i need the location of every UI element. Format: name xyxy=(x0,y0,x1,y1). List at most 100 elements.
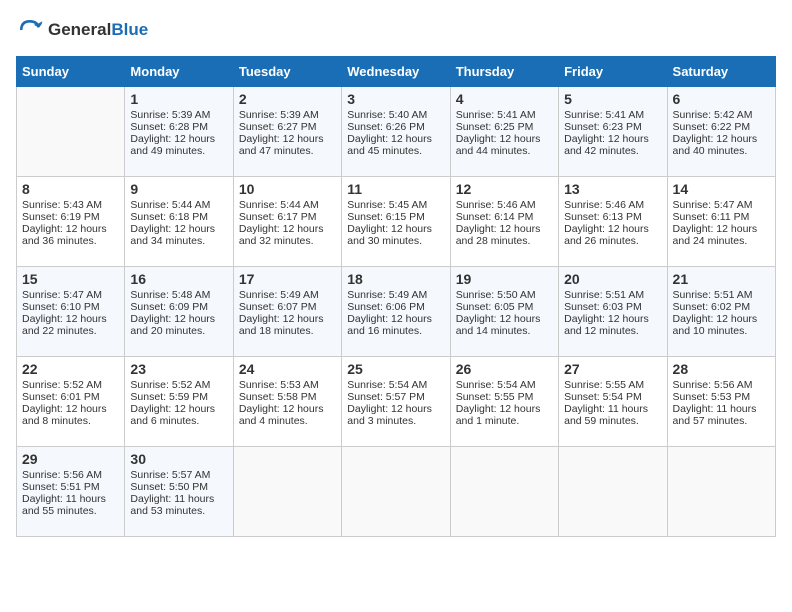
day-number: 18 xyxy=(347,271,444,287)
day-number: 16 xyxy=(130,271,227,287)
calendar-day-cell: 15Sunrise: 5:47 AMSunset: 6:10 PMDayligh… xyxy=(17,267,125,357)
sunset: Sunset: 6:13 PM xyxy=(564,211,642,223)
day-number: 21 xyxy=(673,271,770,287)
weekday-header-cell: Wednesday xyxy=(342,57,450,87)
day-number: 13 xyxy=(564,181,661,197)
sunset: Sunset: 6:06 PM xyxy=(347,301,425,313)
sunset: Sunset: 6:02 PM xyxy=(673,301,751,313)
weekday-header-cell: Saturday xyxy=(667,57,775,87)
calendar-day-cell xyxy=(667,447,775,537)
sunrise: Sunrise: 5:45 AM xyxy=(347,199,427,211)
day-number: 24 xyxy=(239,361,336,377)
day-number: 10 xyxy=(239,181,336,197)
day-number: 15 xyxy=(22,271,119,287)
day-number: 22 xyxy=(22,361,119,377)
calendar-day-cell xyxy=(559,447,667,537)
daylight-label: Daylight: 12 hours and 6 minutes. xyxy=(130,403,215,427)
sunset: Sunset: 6:11 PM xyxy=(673,211,750,223)
sunset: Sunset: 5:54 PM xyxy=(564,391,642,403)
weekday-header-row: SundayMondayTuesdayWednesdayThursdayFrid… xyxy=(17,57,776,87)
calendar-week-row: 15Sunrise: 5:47 AMSunset: 6:10 PMDayligh… xyxy=(17,267,776,357)
calendar-day-cell: 23Sunrise: 5:52 AMSunset: 5:59 PMDayligh… xyxy=(125,357,233,447)
sunrise: Sunrise: 5:48 AM xyxy=(130,289,210,301)
calendar-day-cell: 16Sunrise: 5:48 AMSunset: 6:09 PMDayligh… xyxy=(125,267,233,357)
day-number: 5 xyxy=(564,91,661,107)
sunrise: Sunrise: 5:39 AM xyxy=(239,109,319,121)
sunrise: Sunrise: 5:42 AM xyxy=(673,109,753,121)
calendar-day-cell: 13 Sunrise: 5:46 AMSunset: 6:13 PMDayligh… xyxy=(559,177,667,267)
daylight-label: Daylight: 12 hours and 36 minutes. xyxy=(22,223,107,247)
sunrise: Sunrise: 5:39 AM xyxy=(130,109,210,121)
weekday-header-cell: Tuesday xyxy=(233,57,341,87)
sunset: Sunset: 6:01 PM xyxy=(22,391,100,403)
sunset: Sunset: 6:14 PM xyxy=(456,211,534,223)
sunrise: Sunrise: 5:51 AM xyxy=(564,289,644,301)
day-number: 26 xyxy=(456,361,553,377)
calendar-day-cell: 26Sunrise: 5:54 AMSunset: 5:55 PMDayligh… xyxy=(450,357,558,447)
daylight-label: Daylight: 12 hours and 34 minutes. xyxy=(130,223,215,247)
sunset: Sunset: 6:25 PM xyxy=(456,121,534,133)
daylight-label: Daylight: 12 hours and 8 minutes. xyxy=(22,403,107,427)
daylight-label: Daylight: 12 hours and 32 minutes. xyxy=(239,223,324,247)
sunrise: Sunrise: 5:49 AM xyxy=(347,289,427,301)
day-number: 12 xyxy=(456,181,553,197)
daylight-label: Daylight: 12 hours and 30 minutes. xyxy=(347,223,432,247)
calendar-day-cell xyxy=(17,87,125,177)
logo-icon xyxy=(16,16,44,44)
daylight-label: Daylight: 12 hours and 22 minutes. xyxy=(22,313,107,337)
sunrise: Sunrise: 5:51 AM xyxy=(673,289,753,301)
calendar-week-row: 29Sunrise: 5:56 AMSunset: 5:51 PMDayligh… xyxy=(17,447,776,537)
day-number: 28 xyxy=(673,361,770,377)
day-number: 19 xyxy=(456,271,553,287)
sunset: Sunset: 5:55 PM xyxy=(456,391,534,403)
calendar-day-cell: 8Sunrise: 5:43 AMSunset: 6:19 PMDaylight… xyxy=(17,177,125,267)
calendar-body: 1Sunrise: 5:39 AMSunset: 6:28 PMDaylight… xyxy=(17,87,776,537)
calendar-day-cell: 5Sunrise: 5:41 AMSunset: 6:23 PMDaylight… xyxy=(559,87,667,177)
calendar-day-cell xyxy=(342,447,450,537)
page-header: GeneralBlue xyxy=(16,16,776,44)
sunset: Sunset: 6:19 PM xyxy=(22,211,100,223)
daylight-label: Daylight: 11 hours and 55 minutes. xyxy=(22,493,106,517)
calendar-day-cell: 11Sunrise: 5:45 AMSunset: 6:15 PMDayligh… xyxy=(342,177,450,267)
daylight-label: Daylight: 11 hours and 57 minutes. xyxy=(673,403,757,427)
sunset: Sunset: 6:03 PM xyxy=(564,301,642,313)
day-number: 20 xyxy=(564,271,661,287)
day-number: 14 xyxy=(673,181,770,197)
daylight-label: Daylight: 11 hours and 53 minutes. xyxy=(130,493,214,517)
day-number: 11 xyxy=(347,181,444,197)
sunset: Sunset: 5:53 PM xyxy=(673,391,751,403)
daylight-label: Daylight: 12 hours and 3 minutes. xyxy=(347,403,432,427)
calendar-day-cell: 1Sunrise: 5:39 AMSunset: 6:28 PMDaylight… xyxy=(125,87,233,177)
sunset: Sunset: 6:23 PM xyxy=(564,121,642,133)
day-number: 3 xyxy=(347,91,444,107)
logo: GeneralBlue xyxy=(16,16,148,44)
sunrise: Sunrise: 5:57 AM xyxy=(130,469,210,481)
calendar-day-cell: 30Sunrise: 5:57 AMSunset: 5:50 PMDayligh… xyxy=(125,447,233,537)
calendar-day-cell: 24Sunrise: 5:53 AMSunset: 5:58 PMDayligh… xyxy=(233,357,341,447)
day-number: 29 xyxy=(22,451,119,467)
sunset: Sunset: 5:59 PM xyxy=(130,391,208,403)
calendar-day-cell: 14Sunrise: 5:47 AMSunset: 6:11 PMDayligh… xyxy=(667,177,775,267)
calendar-day-cell: 10Sunrise: 5:44 AMSunset: 6:17 PMDayligh… xyxy=(233,177,341,267)
weekday-header-cell: Sunday xyxy=(17,57,125,87)
calendar-day-cell: 27Sunrise: 5:55 AMSunset: 5:54 PMDayligh… xyxy=(559,357,667,447)
calendar-day-cell: 21Sunrise: 5:51 AMSunset: 6:02 PMDayligh… xyxy=(667,267,775,357)
calendar-week-row: 1Sunrise: 5:39 AMSunset: 6:28 PMDaylight… xyxy=(17,87,776,177)
daylight-label: Daylight: 12 hours and 24 minutes. xyxy=(673,223,758,247)
calendar-day-cell: 28Sunrise: 5:56 AMSunset: 5:53 PMDayligh… xyxy=(667,357,775,447)
sunrise: Sunrise: 5:44 AM xyxy=(239,199,319,211)
calendar-day-cell: 29 Sunrise: 5:56 AMSunset: 5:51 PMDayligh… xyxy=(17,447,125,537)
daylight-label: Daylight: 12 hours and 26 minutes. xyxy=(564,223,649,247)
sunrise: Sunrise: 5:47 AM xyxy=(22,289,102,301)
sunrise: Sunrise: 5:46 AM xyxy=(564,199,644,211)
sunrise: Sunrise: 5:54 AM xyxy=(456,379,536,391)
day-number: 4 xyxy=(456,91,553,107)
sunrise: Sunrise: 5:56 AM xyxy=(22,469,102,481)
daylight-label: Daylight: 12 hours and 14 minutes. xyxy=(456,313,541,337)
sunset: Sunset: 5:51 PM xyxy=(22,481,100,493)
calendar-day-cell: 3Sunrise: 5:40 AMSunset: 6:26 PMDaylight… xyxy=(342,87,450,177)
calendar-day-cell xyxy=(450,447,558,537)
calendar-table: SundayMondayTuesdayWednesdayThursdayFrid… xyxy=(16,56,776,537)
sunrise: Sunrise: 5:50 AM xyxy=(456,289,536,301)
calendar-day-cell: 25Sunrise: 5:54 AMSunset: 5:57 PMDayligh… xyxy=(342,357,450,447)
